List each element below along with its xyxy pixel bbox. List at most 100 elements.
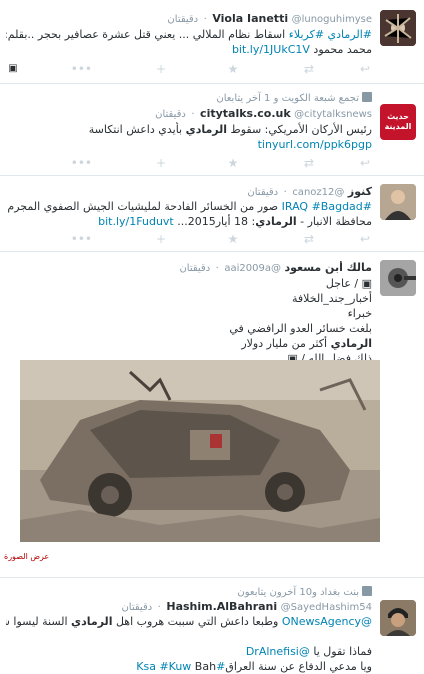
avatar[interactable] [380,260,416,296]
favorite-icon[interactable]: ★ [226,156,240,170]
avatar[interactable] [380,184,416,220]
more-icon[interactable]: ••• [71,156,92,170]
timestamp[interactable]: دقيقتان [167,14,198,25]
reply-icon[interactable]: ↩ [358,62,372,76]
text-segment: Bah [191,660,217,673]
tweet-text-line: محمد محمود bit.ly/1JUkC1V [6,42,372,57]
url-link[interactable]: tinyurl.com/ppk6pgp [258,138,372,151]
tweet-header: Hashim.AlBahrani @SayedHashim54 · دقيقتا… [121,600,372,613]
text-segment: خبراء [347,307,372,320]
text-segment: اسقاط نظام الملالي ... يعني قتل عشرة عصا… [6,28,289,41]
avatar-image [380,184,416,220]
text-segment: فماذا تقول يا [309,645,372,658]
avatar[interactable]: حديث المدينة [380,104,416,140]
search-term: الرمادي [185,123,228,136]
reply-icon[interactable]: ↩ [358,156,372,170]
hashtag-link[interactable]: #الرمادي [328,28,372,41]
social-context: تجمع شبعة الكويت و 1 آخر يتابعان [6,92,372,104]
follow-icon[interactable]: + [154,156,168,170]
follow-icon[interactable]: + [154,62,168,76]
text-segment: محافظة الانبار - [296,215,372,228]
timestamp[interactable]: دقيقتان [179,263,210,274]
text-segment: السنة ليسوا شيعة [6,615,68,628]
tweet-text-line [6,629,372,644]
tweet-text-line: محافظة الانبار - الرمادي: 18 أيار2015...… [6,214,372,229]
retweet-icon[interactable]: ⇄ [302,62,316,76]
author-handle[interactable]: @lunoguhimyse [292,14,372,25]
text-segment: وطبعا داعش التي سببت هروب اهل [112,615,282,628]
favorite-icon[interactable]: ★ [226,232,240,246]
timestamp[interactable]: دقيقتان [121,602,152,613]
timestamp[interactable]: دقيقتان [247,187,278,198]
tweet-card[interactable]: تجمع شبعة الكويت و 1 آخر يتابعان حديث ال… [0,84,424,176]
reply-icon[interactable]: ↩ [358,232,372,246]
text-segment: بأيدي داعش انتكاسة [88,123,186,136]
author-name[interactable]: Hashim.AlBahrani [166,600,277,613]
tweet-actions: ↩ ⇄ ★ + ••• [6,156,372,170]
person-icon [362,586,372,596]
tweet-actions: ↩ ⇄ ★ + ••• ▣ [6,62,372,76]
more-icon[interactable]: ••• [71,62,92,76]
tweet-actions: ↩ ⇄ ★ + ••• [6,232,372,246]
text-segment: ▣ / عاجل [325,277,372,290]
tweet-text-line: ▣ / عاجل [6,276,372,291]
tweet-text: #الرمادي #كربلاء اسقاط نظام الملالي ... … [6,27,372,57]
view-photo-link[interactable]: عرض الصورة [4,552,49,561]
search-term: الرمادي [71,615,113,628]
author-handle[interactable]: @canoz12 [292,187,344,198]
text-segment: أكثر من مليار دولار [241,337,331,350]
url-link[interactable]: @DrAlnefisi [246,645,310,658]
follow-icon[interactable]: + [154,232,168,246]
hashtag-link[interactable]: #Bagdad [312,200,363,213]
tweet-text: #IRAQ #Bagdad صور من الخسائر الفادحة لمل… [6,199,372,229]
author-handle[interactable]: @SayedHashim54 [281,602,372,613]
tweet-text-line: فماذا تقول يا @DrAlnefisi [6,644,372,659]
author-name[interactable]: citytalks.co.uk [200,107,291,120]
author-handle[interactable]: @aai2009a [224,263,281,274]
tweet-text: ▣ / عاجل أخبار_جند_الخلافة خبراء بلغت خسائر… [6,276,372,366]
avatar-image [380,260,416,296]
avatar-image [380,600,416,636]
author-handle[interactable]: @citytalksnews [294,109,372,120]
search-term: الرمادي [255,215,297,228]
text-segment: رئيس الأركان الأمريكي: سقوط [227,123,372,136]
tweet-card[interactable]: كنوز @canoz12 · دقيقتان #IRAQ #Bagdad صو… [0,176,424,252]
tweet-header: مالك أبن مسعود @aai2009a · دقيقتان [179,261,372,274]
tweet-text-line: خبراء [6,306,372,321]
tweet-text: رئيس الأركان الأمريكي: سقوط الرمادي بأيد… [6,122,372,152]
person-icon [362,92,372,102]
tweet-header: citytalks.co.uk @citytalksnews · دقيقتان [155,107,372,120]
url-link[interactable]: bit.ly/1Fuduvt [98,215,174,228]
tweet-text-line: #IRAQ #Bagdad صور من الخسائر الفادحة لمل… [6,199,372,214]
tweet-text-line: أخبار_جند_الخلافة [6,291,372,306]
text-segment: صور من الخسائر الفادحة لمليشيات الجيش ال… [6,200,282,213]
url-link[interactable]: @ONewsAgency [282,615,372,628]
search-term: الرمادي [330,337,372,350]
tweet-text-line: ويا مدعي الدفاع عن سنة العراق#Ksa #Kuw B… [6,659,372,674]
author-name[interactable]: Viola Ianetti [212,12,288,25]
hashtag-link[interactable]: #Kuw [159,660,191,673]
retweet-icon[interactable]: ⇄ [302,156,316,170]
tweet-header: Viola Ianetti @lunoguhimyse · دقيقتان [167,12,372,25]
tweet-card[interactable]: بنت بغداد و10 آخرون يتابعون Hashim.AlBah… [0,578,424,674]
url-link[interactable]: bit.ly/1JUkC1V [232,43,310,56]
favorite-icon[interactable]: ★ [226,62,240,76]
tweet-text-line: tinyurl.com/ppk6pgp [6,137,372,152]
tweet-card[interactable]: مالك أبن مسعود @aai2009a · دقيقتان ▣ / ع… [0,252,424,578]
tweet-text-line: #الرمادي #كربلاء اسقاط نظام الملالي ... … [6,27,372,42]
text-segment: محمد محمود [309,43,372,56]
author-name[interactable]: مالك أبن مسعود [284,261,372,274]
hashtag-link[interactable]: #كربلاء [289,28,324,41]
avatar-text: حديث المدينة [384,112,412,131]
avatar[interactable] [380,600,416,636]
tweet-card[interactable]: Viola Ianetti @lunoguhimyse · دقيقتان #ا… [0,0,424,84]
media-badge-icon: ▣ [8,63,18,74]
avatar[interactable] [380,10,416,46]
tweet-photo[interactable] [20,360,380,542]
tweet-header: كنوز @canoz12 · دقيقتان [247,185,372,198]
more-icon[interactable]: ••• [71,232,92,246]
destroyed-vehicle-image [20,360,380,542]
author-name[interactable]: كنوز [348,185,372,198]
retweet-icon[interactable]: ⇄ [302,232,316,246]
timestamp[interactable]: دقيقتان [155,109,186,120]
